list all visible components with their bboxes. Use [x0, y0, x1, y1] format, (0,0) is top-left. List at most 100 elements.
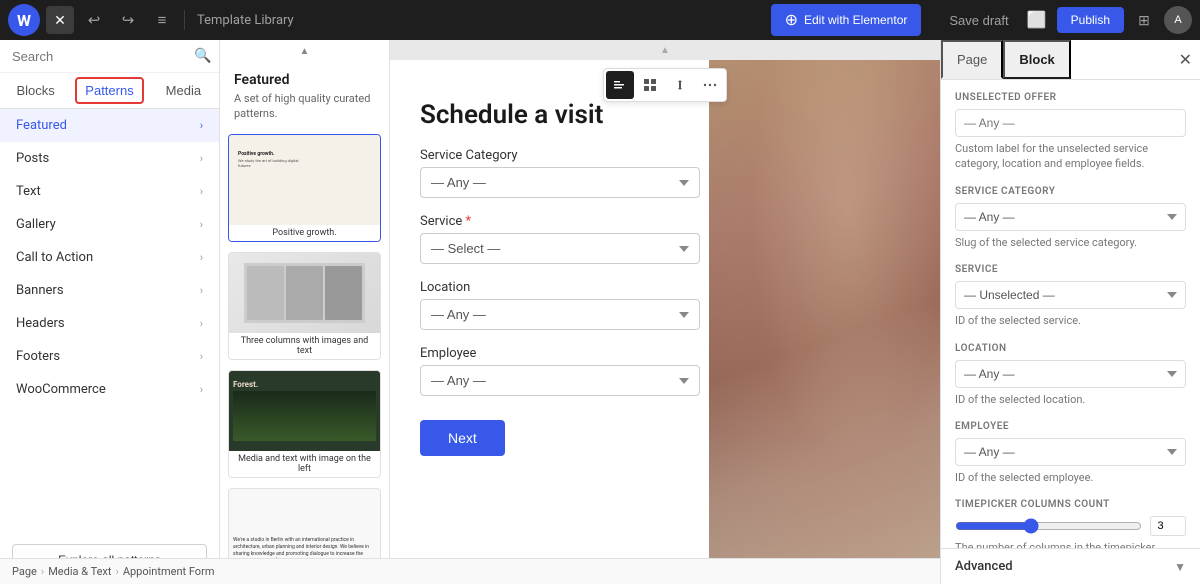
appointment-form-wrapper: Schedule a visit Service Category — Any … — [390, 60, 940, 564]
nav-item-gallery[interactable]: Gallery › — [0, 208, 219, 241]
toolbar-more-button[interactable] — [696, 71, 724, 99]
breadcrumb-sep-1: › — [41, 565, 44, 578]
thumb-forest-label: Forest. — [233, 380, 258, 389]
content-row: Schedule a visit Service Category — Any … — [420, 80, 910, 544]
employee-wrapper: — Any — — [420, 365, 700, 396]
service-category-rp-section: SERVICE CATEGORY — Any — Slug of the sel… — [955, 186, 1186, 250]
breadcrumb-media-text[interactable]: Media & Text — [48, 565, 111, 578]
wp-logo[interactable]: W — [8, 4, 40, 36]
location-select[interactable]: — Any — — [420, 299, 700, 330]
location-rp-label: LOCATION — [955, 343, 1186, 354]
align-left-icon — [613, 78, 627, 92]
main-layout: 🔍 Blocks Patterns Media Featured › Posts… — [0, 40, 1200, 584]
search-input[interactable] — [12, 49, 188, 64]
service-rp-desc: ID of the selected service. — [955, 313, 1186, 328]
employee-rp-label: EMPLOYEE — [955, 421, 1186, 432]
timepicker-columns-slider[interactable] — [955, 518, 1142, 534]
patterns-nav-list: Featured › Posts › Text › Gallery › Call… — [0, 109, 219, 536]
toolbar-align-left-button[interactable] — [606, 71, 634, 99]
pattern-card-label: Positive growth. — [229, 225, 380, 241]
tab-page[interactable]: Page — [941, 40, 1003, 79]
search-icon[interactable]: 🔍 — [194, 48, 211, 64]
nav-item-woocommerce[interactable]: WooCommerce › — [0, 373, 219, 406]
nav-item-footers[interactable]: Footers › — [0, 340, 219, 373]
pattern-card-positive-growth[interactable]: Positive growth. We study the art of bui… — [228, 134, 381, 242]
scroll-up-canvas-arrow[interactable]: ▲ — [660, 45, 670, 56]
location-rp-section: LOCATION — Any — ID of the selected loca… — [955, 343, 1186, 407]
topbar: W ✕ ↩ ↪ ≡ Template Library ⊕ Edit with E… — [0, 0, 1200, 40]
edit-with-elementor-button[interactable]: ⊕ Edit with Elementor — [771, 4, 922, 36]
employee-rp-select[interactable]: — Any — — [955, 438, 1186, 466]
nav-item-text[interactable]: Text › — [0, 175, 219, 208]
scroll-up-arrow[interactable]: ▲ — [226, 46, 383, 58]
unselected-offer-desc: Custom label for the unselected service … — [955, 141, 1186, 172]
user-avatar[interactable]: A — [1164, 6, 1192, 34]
chevron-right-icon: › — [200, 350, 203, 363]
unselected-offer-section: UNSELECTED OFFER Custom label for the un… — [955, 92, 1186, 172]
pattern-card-media-text-left[interactable]: Forest. Media and text with image on the… — [228, 370, 381, 478]
tab-blocks[interactable]: Blocks — [0, 73, 71, 108]
breadcrumb-bar: Page › Media & Text › Appointment Form — [0, 558, 940, 584]
tab-media[interactable]: Media — [148, 73, 219, 108]
more-options-icon — [703, 78, 717, 92]
nav-item-call-to-action[interactable]: Call to Action › — [0, 241, 219, 274]
settings-button[interactable]: ⊞ — [1130, 6, 1158, 34]
toolbar-arrows-button[interactable] — [666, 71, 694, 99]
location-rp-select[interactable]: — Any — — [955, 360, 1186, 388]
thumb-col3 — [325, 266, 362, 320]
nav-item-posts[interactable]: Posts › — [0, 142, 219, 175]
service-select[interactable]: — Select — — [420, 233, 700, 264]
pattern-thumb-three-columns — [229, 253, 380, 333]
nav-item-headers[interactable]: Headers › — [0, 307, 219, 340]
canvas-area: ▲ — [390, 40, 940, 584]
chevron-right-icon: › — [200, 185, 203, 198]
block-pattern-media-tabs: Blocks Patterns Media — [0, 73, 219, 109]
undo-button[interactable]: ↩ — [80, 6, 108, 34]
preview-button[interactable]: ⬜ — [1023, 6, 1051, 34]
chevron-right-icon: › — [200, 119, 203, 132]
block-toolbar — [603, 68, 727, 102]
nav-item-banners[interactable]: Banners › — [0, 274, 219, 307]
search-bar: 🔍 — [0, 40, 219, 73]
nav-item-featured[interactable]: Featured › — [0, 109, 219, 142]
tab-block[interactable]: Block — [1003, 40, 1070, 79]
thumb-col1 — [247, 266, 284, 320]
close-button[interactable]: ✕ — [46, 6, 74, 34]
tab-patterns[interactable]: Patterns — [75, 77, 143, 104]
chevron-right-icon: › — [200, 317, 203, 330]
template-library-link[interactable]: Template Library — [193, 13, 298, 28]
save-draft-button[interactable]: Save draft — [941, 9, 1016, 32]
arrows-icon — [673, 78, 687, 92]
redo-button[interactable]: ↪ — [114, 6, 142, 34]
right-panel: Page Block ✕ UNSELECTED OFFER Custom lab… — [940, 40, 1200, 584]
employee-select[interactable]: — Any — — [420, 365, 700, 396]
timepicker-columns-number[interactable] — [1150, 516, 1186, 536]
pattern-card-studio[interactable]: We're a studio in Berlin with an interna… — [228, 488, 381, 564]
timepicker-columns-desc: The number of columns in the timepicker. — [955, 540, 1186, 548]
service-rp-select[interactable]: — Unselected — — [955, 281, 1186, 309]
thumb-text: Positive growth. — [238, 151, 300, 158]
advanced-label: Advanced — [955, 559, 1013, 574]
service-category-rp-select[interactable]: — Any — — [955, 203, 1186, 231]
close-panel-button[interactable]: ✕ — [1171, 42, 1200, 78]
timepicker-columns-section: TIMEPICKER COLUMNS COUNT The number of c… — [955, 499, 1186, 548]
pattern-card-three-columns[interactable]: Three columns with images and text — [228, 252, 381, 360]
thumb-subtext: We study the art of building digital fut… — [238, 158, 300, 168]
pattern-card-label: Three columns with images and text — [229, 333, 380, 359]
toolbar-grid-button[interactable] — [636, 71, 664, 99]
service-rp-label: SERVICE — [955, 264, 1186, 275]
breadcrumb-appointment-form[interactable]: Appointment Form — [123, 565, 215, 578]
list-view-button[interactable]: ≡ — [148, 6, 176, 34]
chevron-right-icon: › — [200, 152, 203, 165]
pattern-thumb-media-text: Forest. — [229, 371, 380, 451]
service-category-select[interactable]: — Any — — [420, 167, 700, 198]
service-category-rp-label: SERVICE CATEGORY — [955, 186, 1186, 197]
publish-button[interactable]: Publish — [1057, 7, 1124, 33]
breadcrumb-sep-2: › — [116, 565, 119, 578]
location-wrapper: — Any — — [420, 299, 700, 330]
employee-rp-desc: ID of the selected employee. — [955, 470, 1186, 485]
unselected-offer-input[interactable] — [955, 109, 1186, 137]
breadcrumb-page[interactable]: Page — [12, 565, 37, 578]
advanced-section-header[interactable]: Advanced ▼ — [941, 548, 1200, 584]
next-button[interactable]: Next — [420, 420, 505, 456]
